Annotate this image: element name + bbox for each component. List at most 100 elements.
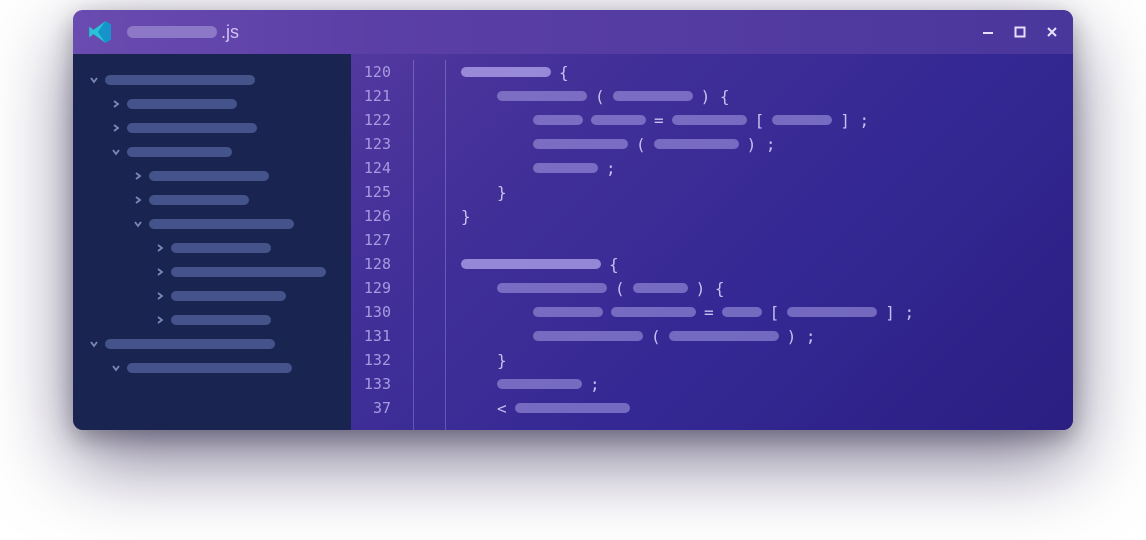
file-tree-label-placeholder xyxy=(127,99,237,109)
file-tree-label-placeholder xyxy=(127,363,292,373)
file-tree-label-placeholder xyxy=(171,315,271,325)
file-tree-item[interactable] xyxy=(79,236,341,260)
code-token-placeholder xyxy=(461,259,601,269)
maximize-button[interactable] xyxy=(1013,25,1027,39)
code-line[interactable]: < xyxy=(425,396,1073,420)
file-tree-item[interactable] xyxy=(79,356,341,380)
minimize-button[interactable] xyxy=(981,25,995,39)
code-line[interactable]: =[] ; xyxy=(425,300,1073,324)
code-line[interactable]: () { xyxy=(425,84,1073,108)
code-token: < xyxy=(497,399,507,418)
file-tree-label-placeholder xyxy=(171,291,286,301)
line-number: 132 xyxy=(351,348,391,372)
indent-guide xyxy=(413,60,414,430)
code-token: ) ; xyxy=(747,135,776,154)
chevron-right-icon[interactable] xyxy=(153,241,167,255)
chevron-right-icon[interactable] xyxy=(109,97,123,111)
chevron-down-icon[interactable] xyxy=(87,73,101,87)
chevron-down-icon[interactable] xyxy=(109,145,123,159)
code-token: ( xyxy=(651,327,661,346)
code-token-placeholder xyxy=(533,163,598,173)
code-token-placeholder xyxy=(533,307,603,317)
file-tree-item[interactable] xyxy=(79,188,341,212)
code-token-placeholder xyxy=(722,307,762,317)
code-token-placeholder xyxy=(654,139,739,149)
code-line[interactable]: ( ) ; xyxy=(425,324,1073,348)
code-token-placeholder xyxy=(497,283,607,293)
code-line[interactable]: } xyxy=(425,348,1073,372)
line-number: 125 xyxy=(351,180,391,204)
code-token: } xyxy=(497,183,507,202)
chevron-right-icon[interactable] xyxy=(153,313,167,327)
chevron-down-icon[interactable] xyxy=(109,361,123,375)
code-token-placeholder xyxy=(533,115,583,125)
file-tree-item[interactable] xyxy=(79,140,341,164)
code-line[interactable] xyxy=(425,228,1073,252)
file-tree-item[interactable] xyxy=(79,308,341,332)
chevron-right-icon[interactable] xyxy=(153,265,167,279)
chevron-down-icon[interactable] xyxy=(87,337,101,351)
code-line[interactable]: } xyxy=(425,180,1073,204)
file-tree-item[interactable] xyxy=(79,92,341,116)
code-line[interactable]: { xyxy=(425,60,1073,84)
code-token-placeholder xyxy=(772,115,832,125)
chevron-right-icon[interactable] xyxy=(131,169,145,183)
file-tree-item[interactable] xyxy=(79,260,341,284)
line-number: 129 xyxy=(351,276,391,300)
code-token: { xyxy=(559,63,569,82)
code-token: [ xyxy=(770,303,780,322)
file-tree-item[interactable] xyxy=(79,332,341,356)
chevron-right-icon[interactable] xyxy=(131,193,145,207)
code-token-placeholder xyxy=(633,283,688,293)
code-token-placeholder xyxy=(613,91,693,101)
file-explorer-sidebar[interactable] xyxy=(73,54,351,430)
file-tree-item[interactable] xyxy=(79,164,341,188)
code-line[interactable]: ; xyxy=(425,372,1073,396)
code-line[interactable]: =[] ; xyxy=(425,108,1073,132)
file-tree-label-placeholder xyxy=(171,243,271,253)
code-line[interactable]: ( ) { xyxy=(425,276,1073,300)
code-line[interactable]: { xyxy=(425,252,1073,276)
code-token: ( xyxy=(615,279,625,298)
code-token: ) ; xyxy=(787,327,816,346)
code-token: ) { xyxy=(696,279,725,298)
file-tree-label-placeholder xyxy=(127,123,257,133)
code-token: ] ; xyxy=(840,111,869,130)
line-number: 127 xyxy=(351,228,391,252)
code-line[interactable]: () ; xyxy=(425,132,1073,156)
code-token-placeholder xyxy=(497,379,582,389)
file-tree-item[interactable] xyxy=(79,116,341,140)
chevron-down-icon[interactable] xyxy=(131,217,145,231)
line-number: 126 xyxy=(351,204,391,228)
file-tree-label-placeholder xyxy=(105,75,255,85)
line-number: 124 xyxy=(351,156,391,180)
line-number: 133 xyxy=(351,372,391,396)
code-token: [ xyxy=(755,111,765,130)
close-button[interactable] xyxy=(1045,25,1059,39)
line-number: 121 xyxy=(351,84,391,108)
file-tree-item[interactable] xyxy=(79,284,341,308)
indent-guide xyxy=(445,60,446,430)
vscode-logo-icon xyxy=(87,19,113,45)
line-number: 120 xyxy=(351,60,391,84)
code-token-placeholder xyxy=(787,307,877,317)
file-tree-label-placeholder xyxy=(149,195,249,205)
code-editor[interactable]: 1201211221231241251261271281291301311321… xyxy=(351,54,1073,430)
code-token: ] ; xyxy=(885,303,914,322)
filename-placeholder xyxy=(127,26,217,38)
code-token-placeholder xyxy=(497,91,587,101)
file-tree-label-placeholder xyxy=(127,147,232,157)
code-line[interactable]: ; xyxy=(425,156,1073,180)
code-token-placeholder xyxy=(611,307,696,317)
file-tree-item[interactable] xyxy=(79,68,341,92)
file-tree-label-placeholder xyxy=(105,339,275,349)
code-line[interactable]: } xyxy=(425,204,1073,228)
editor-window: .js 120121122123124125126127128129130131… xyxy=(73,10,1073,430)
editor-body: 1201211221231241251261271281291301311321… xyxy=(73,54,1073,430)
file-tree-label-placeholder xyxy=(149,171,269,181)
file-tree-item[interactable] xyxy=(79,212,341,236)
code-area[interactable]: {() {=[] ;() ;;}}{() {=[] ;() ;};< xyxy=(401,60,1073,430)
chevron-right-icon[interactable] xyxy=(109,121,123,135)
chevron-right-icon[interactable] xyxy=(153,289,167,303)
code-token-placeholder xyxy=(533,331,643,341)
